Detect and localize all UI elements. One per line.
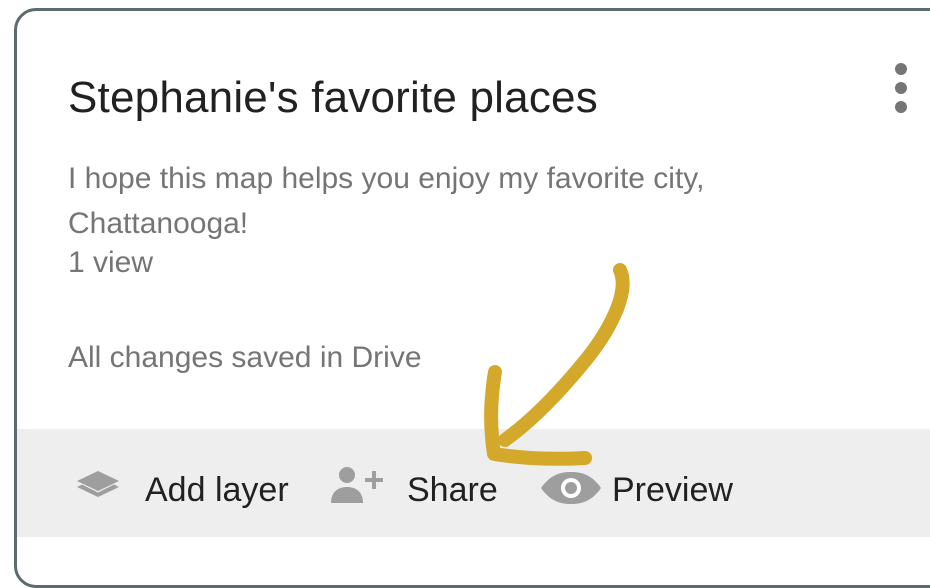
more-vert-icon-dot	[895, 82, 907, 94]
map-description[interactable]: I hope this map helps you enjoy my favor…	[68, 156, 868, 246]
layers-icon	[77, 471, 119, 497]
add-layer-label: Add layer	[145, 471, 289, 509]
view-count: 1 view	[68, 246, 154, 279]
more-options-button[interactable]	[887, 61, 915, 121]
preview-label: Preview	[612, 471, 733, 509]
map-title[interactable]: Stephanie's favorite places	[68, 73, 598, 123]
save-status: All changes saved in Drive	[68, 341, 422, 374]
add-layer-button[interactable]: Add layer	[57, 429, 307, 537]
person-add-icon	[331, 467, 383, 503]
map-info-card: Stephanie's favorite places I hope this …	[14, 8, 930, 588]
share-label: Share	[407, 471, 498, 509]
preview-button[interactable]: Preview	[532, 429, 762, 537]
map-toolbar: Add layer Share Preview	[17, 429, 930, 537]
share-button[interactable]: Share	[317, 429, 517, 537]
more-vert-icon-dot	[895, 101, 907, 113]
eye-icon	[541, 472, 601, 504]
more-vert-icon-dot	[895, 63, 907, 75]
